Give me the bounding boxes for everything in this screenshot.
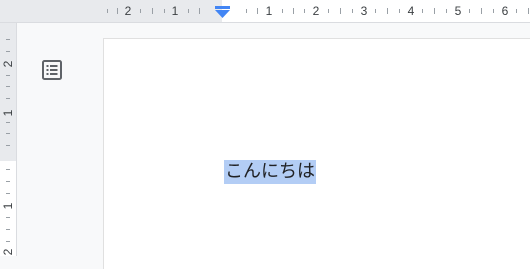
horizontal-ruler[interactable]: 2 1 1 2 3 4 5 6	[0, 0, 530, 23]
ruler-tick	[199, 8, 200, 14]
ruler-label: 2	[312, 4, 320, 18]
ruler-tick	[352, 9, 353, 13]
ruler-tick	[469, 9, 470, 13]
ruler-tick	[328, 9, 329, 13]
ruler-label: 1	[265, 4, 273, 18]
ruler-tick	[528, 8, 529, 14]
ruler-label: 6	[501, 4, 509, 18]
vertical-ruler-tick	[6, 98, 10, 99]
vertical-ruler-label: 1	[1, 109, 15, 117]
vertical-ruler-tick	[6, 86, 10, 87]
ruler-tick	[493, 9, 494, 13]
vertical-ruler-tick	[6, 75, 10, 76]
ruler-tick	[246, 9, 247, 13]
ruler-tick	[117, 8, 118, 14]
ruler-label: 4	[407, 4, 415, 18]
ruler-tick	[516, 9, 517, 13]
vertical-ruler-tick	[6, 39, 10, 40]
ruler-label: 1	[171, 4, 179, 18]
ruler-label: 5	[454, 4, 462, 18]
ruler-tick	[387, 8, 388, 14]
ruler-tick	[340, 8, 341, 14]
ruler-label: 2	[124, 4, 132, 18]
document-page[interactable]: こんにちは	[104, 39, 530, 269]
vertical-ruler-label: 1	[1, 202, 15, 210]
ruler-tick	[446, 9, 447, 13]
vertical-ruler-label: 2	[1, 60, 15, 68]
selected-document-text[interactable]: こんにちは	[224, 160, 316, 184]
ruler-tick	[107, 9, 108, 13]
vertical-ruler[interactable]: 2 1 1 2	[0, 23, 17, 256]
document-outline-button[interactable]	[38, 56, 66, 84]
vertical-ruler-tick	[6, 193, 10, 194]
ruler-tick	[188, 9, 189, 13]
vertical-ruler-tick	[6, 145, 10, 146]
vertical-ruler-tick	[6, 241, 10, 242]
vertical-ruler-tick	[6, 217, 10, 218]
vertical-ruler-label: 2	[1, 248, 15, 256]
ruler-label: 3	[360, 4, 368, 18]
ruler-tick	[399, 9, 400, 13]
ruler-tick	[140, 9, 141, 13]
vertical-ruler-tick	[6, 122, 10, 123]
ruler-tick	[164, 9, 165, 13]
ruler-tick	[422, 9, 423, 13]
ruler-tick	[375, 9, 376, 13]
vertical-ruler-tick	[6, 181, 10, 182]
ruler-tick	[282, 9, 283, 13]
indent-marker-icon[interactable]	[215, 6, 230, 18]
vertical-ruler-tick	[6, 169, 10, 170]
ruler-tick	[293, 8, 294, 14]
ruler-tick	[257, 8, 258, 14]
ruler-tick	[152, 8, 153, 14]
vertical-ruler-tick	[6, 51, 10, 52]
vertical-ruler-tick	[6, 133, 10, 134]
ruler-tick	[304, 9, 305, 13]
ruler-tick	[481, 8, 482, 14]
ruler-tick	[434, 8, 435, 14]
vertical-ruler-tick	[6, 229, 10, 230]
document-outline-icon	[42, 60, 62, 80]
